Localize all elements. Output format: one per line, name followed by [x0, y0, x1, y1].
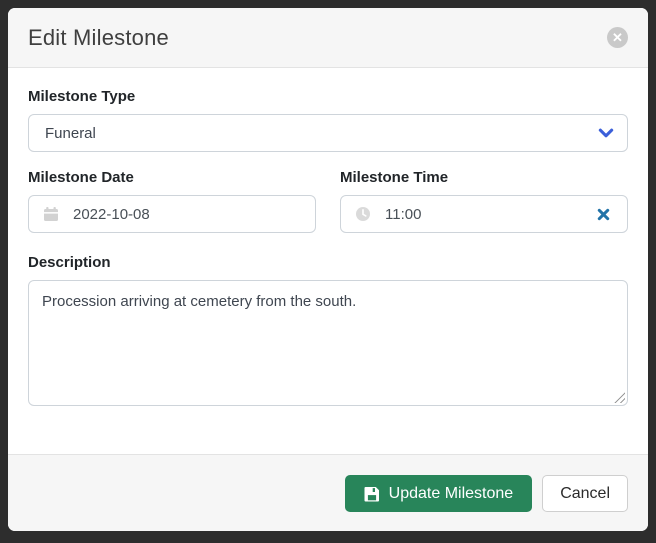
milestone-type-value: Funeral — [45, 125, 597, 142]
calendar-icon — [43, 206, 59, 222]
time-column: Milestone Time 11:00 — [340, 169, 628, 233]
milestone-type-select[interactable]: Funeral — [28, 114, 628, 152]
clear-time-button[interactable] — [592, 205, 615, 224]
milestone-time-label: Milestone Time — [340, 169, 628, 186]
milestone-time-input[interactable]: 11:00 — [340, 195, 628, 233]
date-time-row: Milestone Date 2022-10-08 Milestone Time — [28, 169, 628, 233]
modal-backdrop: { "modal": { "title": "Edit Milestone" }… — [0, 0, 656, 543]
description-block: Description Procession arriving at cemet… — [28, 254, 628, 406]
update-milestone-button[interactable]: Update Milestone — [345, 475, 533, 512]
close-button[interactable]: ✕ — [607, 27, 628, 48]
milestone-date-value: 2022-10-08 — [73, 206, 303, 223]
close-icon: ✕ — [612, 30, 623, 45]
save-icon — [364, 486, 380, 502]
milestone-date-label: Milestone Date — [28, 169, 316, 186]
page-title: Edit Milestone — [28, 25, 169, 51]
milestone-time-value: 11:00 — [385, 206, 592, 223]
description-label: Description — [28, 254, 628, 271]
modal-footer: Update Milestone Cancel — [8, 454, 648, 531]
edit-milestone-dialog: Edit Milestone ✕ Milestone Type Funeral … — [8, 8, 648, 531]
milestone-type-label: Milestone Type — [28, 88, 628, 105]
cancel-button[interactable]: Cancel — [542, 475, 628, 512]
update-milestone-label: Update Milestone — [389, 485, 514, 503]
modal-header: Edit Milestone ✕ — [8, 8, 648, 68]
modal-body: Milestone Type Funeral Milestone Date — [8, 68, 648, 454]
description-textarea[interactable]: Procession arriving at cemetery from the… — [28, 280, 628, 406]
milestone-date-input[interactable]: 2022-10-08 — [28, 195, 316, 233]
date-column: Milestone Date 2022-10-08 — [28, 169, 316, 233]
cancel-label: Cancel — [560, 485, 610, 503]
chevron-down-icon — [597, 124, 615, 142]
x-icon — [596, 207, 611, 222]
clock-icon — [355, 206, 371, 222]
